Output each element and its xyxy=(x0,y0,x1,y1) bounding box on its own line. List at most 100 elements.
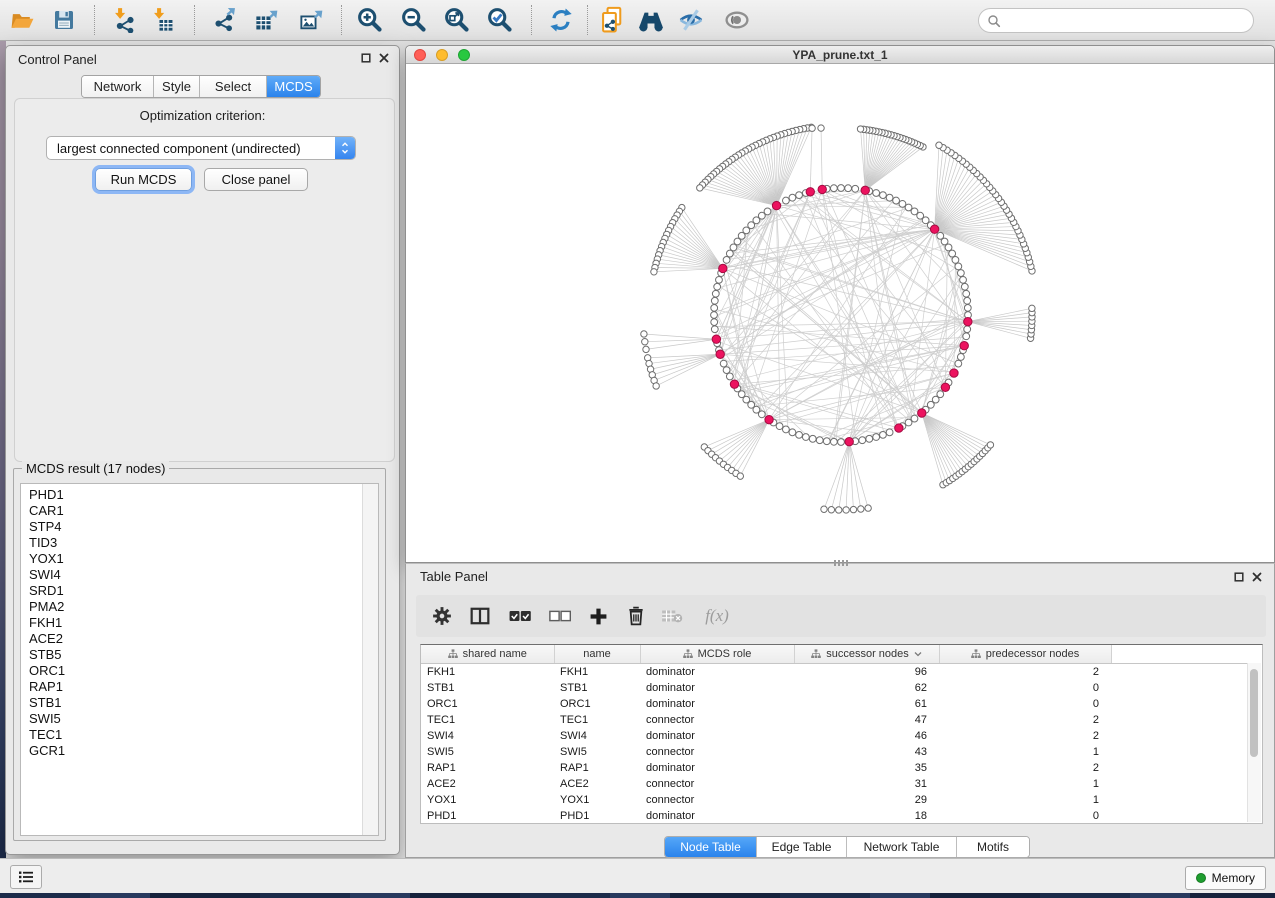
close-panel-icon[interactable] xyxy=(379,53,389,63)
mcds-result-item[interactable]: STP4 xyxy=(29,519,378,535)
zoom-out-button[interactable] xyxy=(397,3,431,37)
mcds-result-item[interactable]: PHD1 xyxy=(29,487,378,503)
tab-motifs[interactable]: Motifs xyxy=(957,837,1029,857)
network-graph[interactable] xyxy=(406,63,1272,562)
table-cell[interactable]: dominator xyxy=(640,664,794,681)
open-session-button[interactable] xyxy=(5,3,39,37)
table-row[interactable]: RAP1RAP1dominator352 xyxy=(421,760,1250,776)
export-table-button[interactable] xyxy=(250,3,284,37)
mcds-result-item[interactable]: YOX1 xyxy=(29,551,378,567)
table-row[interactable]: SWI5SWI5connector431 xyxy=(421,744,1250,760)
tab-mcds[interactable]: MCDS xyxy=(267,76,320,97)
table-cell[interactable]: 29 xyxy=(794,792,939,808)
table-cell[interactable]: 31 xyxy=(794,776,939,792)
table-row[interactable]: ORC1ORC1dominator610 xyxy=(421,696,1250,712)
table-cell[interactable]: 1 xyxy=(939,744,1111,760)
tab-network-table[interactable]: Network Table xyxy=(847,837,957,857)
table-cell[interactable]: connector xyxy=(640,712,794,728)
table-cell[interactable]: connector xyxy=(640,776,794,792)
function-builder-button[interactable]: f(x) xyxy=(700,604,734,628)
column-header[interactable]: shared name xyxy=(421,645,554,664)
tab-network[interactable]: Network xyxy=(82,76,154,97)
tab-node-table[interactable]: Node Table xyxy=(665,837,757,857)
close-table-panel-icon[interactable] xyxy=(1252,572,1262,582)
table-cell[interactable]: RAP1 xyxy=(554,760,640,776)
table-cell[interactable]: RAP1 xyxy=(421,760,554,776)
table-cell[interactable]: STB1 xyxy=(421,680,554,696)
save-session-button[interactable] xyxy=(47,3,81,37)
run-mcds-button[interactable]: Run MCDS xyxy=(95,168,192,191)
mcds-result-item[interactable]: GCR1 xyxy=(29,743,378,759)
table-cell[interactable]: 0 xyxy=(939,808,1111,824)
tab-select[interactable]: Select xyxy=(200,76,267,97)
mcds-result-scrollbar[interactable] xyxy=(362,484,378,835)
table-cell[interactable]: 96 xyxy=(794,664,939,681)
table-row[interactable]: TEC1TEC1connector472 xyxy=(421,712,1250,728)
table-row[interactable]: YOX1YOX1connector291 xyxy=(421,792,1250,808)
zoom-fit-button[interactable] xyxy=(440,3,474,37)
mcds-result-item[interactable]: RAP1 xyxy=(29,679,378,695)
network-window-titlebar[interactable]: YPA_prune.txt_1 xyxy=(406,46,1274,64)
mcds-result-item[interactable]: SWI5 xyxy=(29,711,378,727)
table-settings-button[interactable] xyxy=(430,604,454,628)
table-cell[interactable]: PHD1 xyxy=(554,808,640,824)
table-row[interactable]: STB1STB1dominator620 xyxy=(421,680,1250,696)
create-column-button[interactable] xyxy=(586,604,610,628)
table-cell[interactable]: 35 xyxy=(794,760,939,776)
table-scrollbar-thumb[interactable] xyxy=(1250,669,1258,757)
table-cell[interactable]: STB1 xyxy=(554,680,640,696)
mcds-result-item[interactable]: TID3 xyxy=(29,535,378,551)
table-cell[interactable]: 62 xyxy=(794,680,939,696)
tab-edge-table[interactable]: Edge Table xyxy=(757,837,847,857)
mcds-result-item[interactable]: ACE2 xyxy=(29,631,378,647)
table-scrollbar[interactable] xyxy=(1247,663,1261,822)
close-panel-button[interactable]: Close panel xyxy=(204,168,308,191)
table-cell[interactable]: FKH1 xyxy=(554,664,640,681)
find-button[interactable] xyxy=(634,3,668,37)
table-cell[interactable]: 46 xyxy=(794,728,939,744)
table-cell[interactable]: YOX1 xyxy=(554,792,640,808)
column-header[interactable]: name xyxy=(554,645,640,664)
node-table[interactable]: shared namenameMCDS rolesuccessor nodesp… xyxy=(420,644,1263,824)
table-row[interactable]: SWI4SWI4dominator462 xyxy=(421,728,1250,744)
mcds-result-item[interactable]: PMA2 xyxy=(29,599,378,615)
export-network-button[interactable] xyxy=(208,3,242,37)
table-cell[interactable]: FKH1 xyxy=(421,664,554,681)
mcds-result-item[interactable]: TEC1 xyxy=(29,727,378,743)
table-cell[interactable]: 18 xyxy=(794,808,939,824)
table-cell[interactable]: 2 xyxy=(939,712,1111,728)
table-cell[interactable]: 0 xyxy=(939,680,1111,696)
mcds-result-item[interactable]: ORC1 xyxy=(29,663,378,679)
table-cell[interactable]: 0 xyxy=(939,696,1111,712)
table-cell[interactable]: 61 xyxy=(794,696,939,712)
table-cell[interactable]: connector xyxy=(640,792,794,808)
delete-column-button[interactable] xyxy=(624,604,648,628)
column-header[interactable]: MCDS role xyxy=(640,645,794,664)
import-table-button[interactable] xyxy=(146,3,180,37)
mcds-result-list[interactable]: PHD1CAR1STP4TID3YOX1SWI4SRD1PMA2FKH1ACE2… xyxy=(20,483,379,836)
table-cell[interactable]: dominator xyxy=(640,696,794,712)
search-input[interactable] xyxy=(1006,13,1253,29)
mcds-result-item[interactable]: SWI4 xyxy=(29,567,378,583)
table-cell[interactable]: ORC1 xyxy=(421,696,554,712)
search-field[interactable] xyxy=(978,8,1254,33)
table-cell[interactable]: SWI5 xyxy=(554,744,640,760)
table-cell[interactable]: YOX1 xyxy=(421,792,554,808)
apply-layout-button[interactable] xyxy=(544,3,578,37)
table-cell[interactable]: ACE2 xyxy=(421,776,554,792)
delete-table-button[interactable] xyxy=(660,604,684,628)
table-cell[interactable]: 1 xyxy=(939,792,1111,808)
table-cell[interactable]: ACE2 xyxy=(554,776,640,792)
table-row[interactable]: FKH1FKH1dominator962 xyxy=(421,664,1250,681)
mcds-result-item[interactable]: STB5 xyxy=(29,647,378,663)
table-cell[interactable]: ORC1 xyxy=(554,696,640,712)
mcds-result-item[interactable]: SRD1 xyxy=(29,583,378,599)
splitter-handle[interactable] xyxy=(834,560,848,566)
unselect-all-columns-button[interactable] xyxy=(548,604,572,628)
export-image-button[interactable] xyxy=(295,3,329,37)
table-cell[interactable]: dominator xyxy=(640,760,794,776)
hide-selected-button[interactable] xyxy=(674,3,708,37)
table-cell[interactable]: TEC1 xyxy=(421,712,554,728)
table-cell[interactable]: connector xyxy=(640,744,794,760)
mcds-result-item[interactable]: STB1 xyxy=(29,695,378,711)
